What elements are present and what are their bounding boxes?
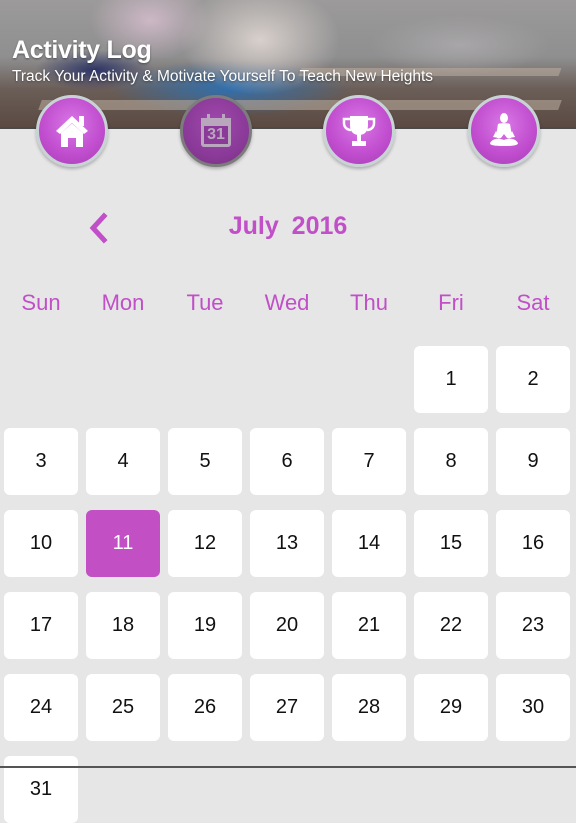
- calendar-day-number: 9: [527, 450, 539, 472]
- calendar-day-number: 27: [275, 696, 299, 718]
- calendar-day-number: 26: [193, 696, 217, 718]
- calendar-day[interactable]: 27: [250, 674, 324, 741]
- calendar-day-number: 24: [29, 696, 53, 718]
- calendar-day-number: 29: [439, 696, 463, 718]
- calendar-day-number: 10: [29, 532, 53, 554]
- calendar-day-number: 6: [281, 450, 293, 472]
- calendar-day-number: 15: [439, 532, 463, 554]
- calendar-day[interactable]: 28: [332, 674, 406, 741]
- calendar-day[interactable]: 7: [332, 428, 406, 495]
- calendar-day[interactable]: 5: [168, 428, 242, 495]
- calendar-day[interactable]: 18: [86, 592, 160, 659]
- calendar-day[interactable]: 30: [496, 674, 570, 741]
- calendar-day[interactable]: 24: [4, 674, 78, 741]
- calendar-day[interactable]: 3: [4, 428, 78, 495]
- calendar-day-number: 12: [193, 532, 217, 554]
- calendar-day[interactable]: 2: [496, 346, 570, 413]
- calendar-day[interactable]: 12: [168, 510, 242, 577]
- calendar-day-number: 11: [112, 532, 134, 554]
- calendar-day[interactable]: 15: [414, 510, 488, 577]
- calendar-day-number: 7: [363, 450, 375, 472]
- calendar-day-number: 8: [445, 450, 457, 472]
- calendar-day[interactable]: 29: [414, 674, 488, 741]
- calendar-day[interactable]: 22: [414, 592, 488, 659]
- calendar-day[interactable]: 21: [332, 592, 406, 659]
- calendar-day-number: 1: [445, 368, 457, 390]
- calendar-day-number: 21: [357, 614, 381, 636]
- calendar-day[interactable]: 26: [168, 674, 242, 741]
- calendar-day-grid: 1 2 3 4 5 6 7 8 9 10 11 12 13 14 15 16 17 18 19 20 21 22 23 24 2…: [0, 0, 576, 823]
- calendar-day-number: 13: [275, 532, 299, 554]
- calendar-day-number: 4: [117, 450, 129, 472]
- calendar-day-number: 23: [521, 614, 545, 636]
- calendar-day[interactable]: 4: [86, 428, 160, 495]
- calendar-day[interactable]: 6: [250, 428, 324, 495]
- calendar-day-number: 30: [521, 696, 545, 718]
- calendar-day[interactable]: 8: [414, 428, 488, 495]
- calendar-day[interactable]: 13: [250, 510, 324, 577]
- calendar-day-number: 31: [29, 778, 53, 800]
- calendar-day-selected[interactable]: 11: [86, 510, 160, 577]
- calendar-day-number: 22: [439, 614, 463, 636]
- calendar-day-number: 19: [193, 614, 217, 636]
- calendar-day-number: 25: [111, 696, 135, 718]
- calendar-day-number: 5: [199, 450, 211, 472]
- calendar-day[interactable]: 20: [250, 592, 324, 659]
- calendar-day[interactable]: 23: [496, 592, 570, 659]
- calendar-day-number: 28: [357, 696, 381, 718]
- calendar-day-number: 16: [521, 532, 545, 554]
- calendar-day-number: 14: [357, 532, 381, 554]
- calendar-day[interactable]: 9: [496, 428, 570, 495]
- calendar-day[interactable]: 19: [168, 592, 242, 659]
- calendar-day-number: 18: [111, 614, 135, 636]
- calendar-day[interactable]: 1: [414, 346, 488, 413]
- calendar-day-number: 3: [35, 450, 47, 472]
- calendar-day-number: 2: [527, 368, 539, 390]
- calendar-day[interactable]: 25: [86, 674, 160, 741]
- calendar-day[interactable]: 14: [332, 510, 406, 577]
- calendar-day-number: 20: [275, 614, 299, 636]
- calendar-day[interactable]: 17: [4, 592, 78, 659]
- calendar-day[interactable]: 10: [4, 510, 78, 577]
- calendar-day[interactable]: 16: [496, 510, 570, 577]
- calendar-day-number: 17: [29, 614, 53, 636]
